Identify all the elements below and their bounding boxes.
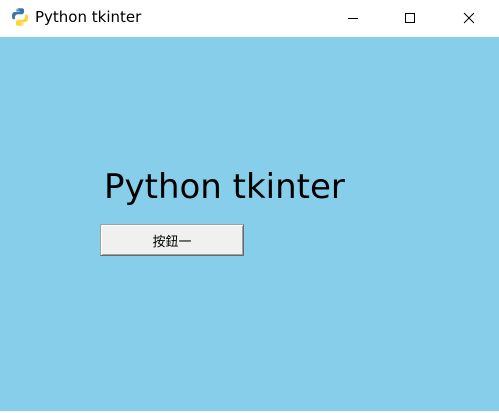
python-logo-icon xyxy=(12,8,28,26)
minimize-button[interactable] xyxy=(330,0,376,36)
close-icon xyxy=(463,12,475,24)
maximize-icon xyxy=(405,13,415,23)
minimize-icon xyxy=(348,18,358,19)
close-button[interactable] xyxy=(446,0,492,36)
heading-label: Python tkinter xyxy=(104,167,345,207)
window-title: Python tkinter xyxy=(35,8,142,26)
button-one[interactable]: 按鈕一 xyxy=(100,224,244,256)
maximize-button[interactable] xyxy=(387,0,433,36)
title-bar[interactable]: Python tkinter xyxy=(0,0,499,36)
app-window: Python tkinter Python tkinter 按鈕一 xyxy=(0,0,499,413)
client-area: Python tkinter 按鈕一 xyxy=(0,37,499,411)
